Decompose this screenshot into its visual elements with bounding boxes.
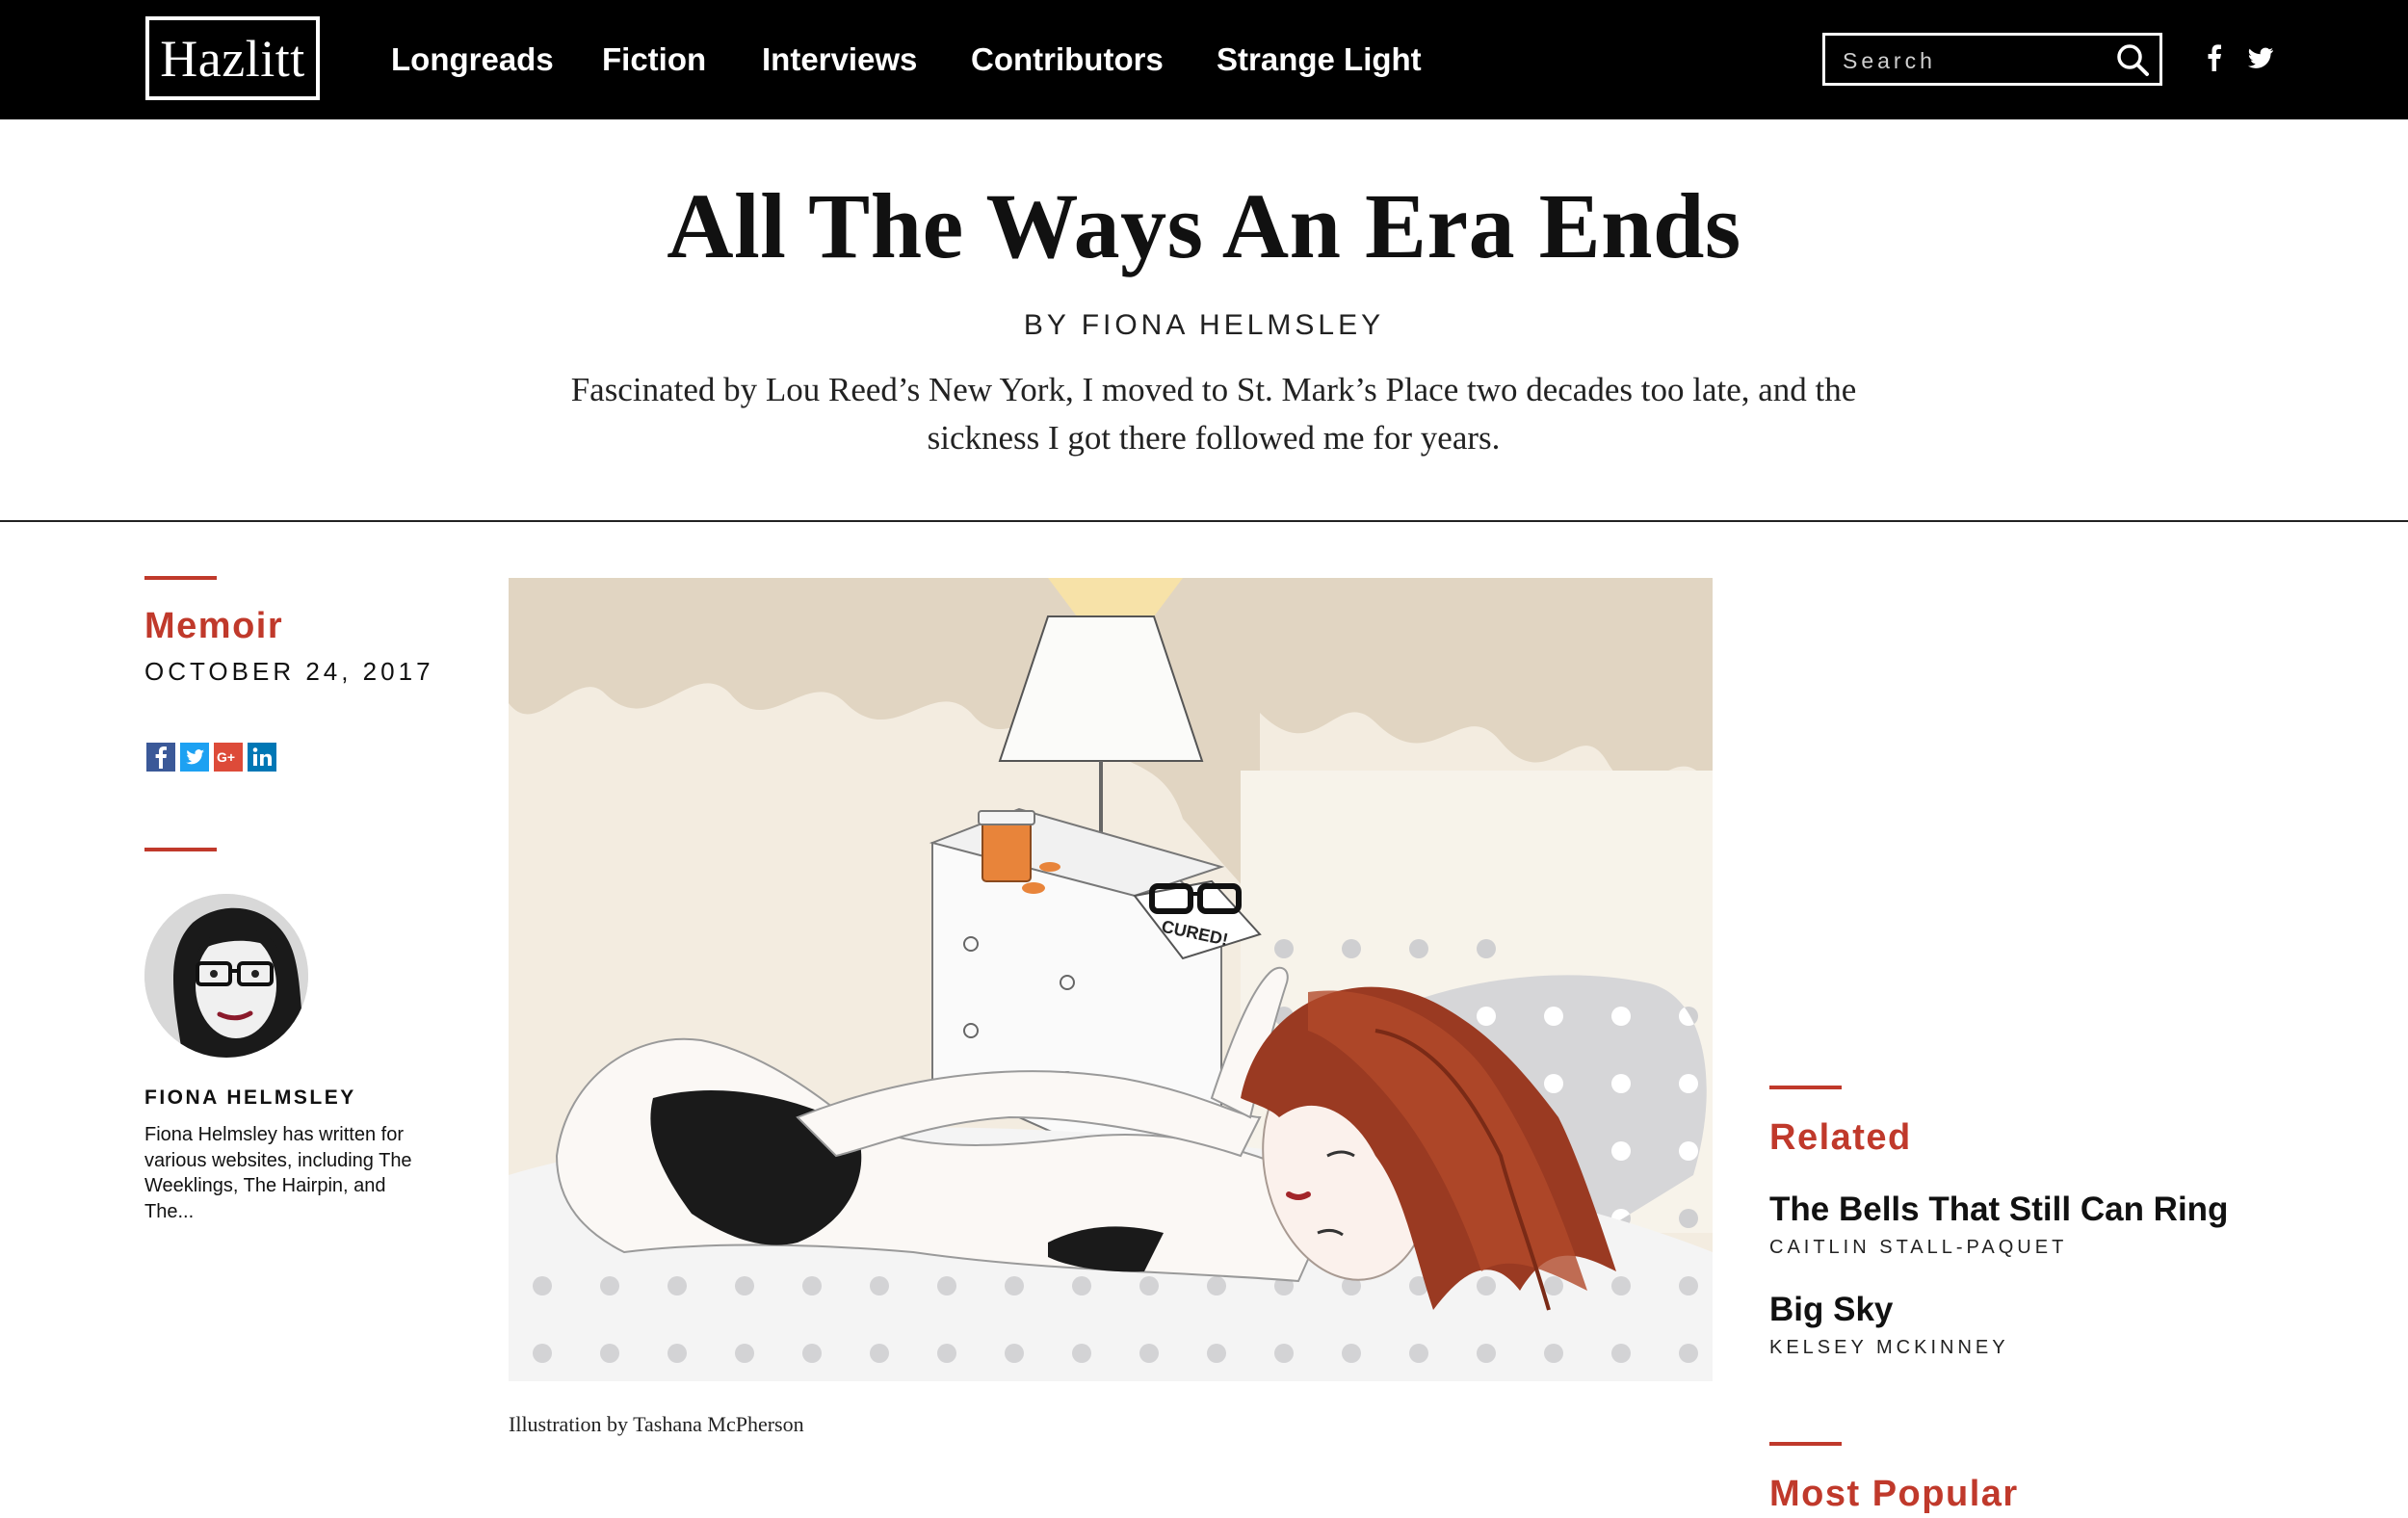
category-accent-rule (144, 576, 217, 580)
related-accent-rule (1769, 1086, 1842, 1089)
related-article-author[interactable]: CAITLIN STALL-PAQUET (1769, 1235, 2067, 1260)
svg-text:G+: G+ (217, 749, 235, 765)
nav-interviews[interactable]: Interviews (762, 37, 917, 83)
most-popular-heading: Most Popular (1769, 1474, 2019, 1514)
site-logo[interactable]: Hazlitt (145, 16, 320, 100)
author-name[interactable]: FIONA HELMSLEY (144, 1085, 356, 1112)
nav-contributors[interactable]: Contributors (971, 37, 1164, 83)
linkedin-icon[interactable] (248, 743, 276, 772)
search-icon[interactable] (2115, 42, 2150, 77)
illustration-caption: Illustration by Tashana McPherson (509, 1412, 804, 1436)
share-icons: G+ (146, 743, 276, 772)
google-plus-icon[interactable]: G+ (214, 743, 243, 772)
author-avatar[interactable] (144, 894, 308, 1058)
author-bio: Fiona Helmsley has written for various w… (144, 1124, 412, 1222)
nav-fiction[interactable]: Fiction (602, 37, 706, 83)
facebook-icon[interactable] (2199, 42, 2230, 73)
twitter-icon[interactable] (180, 743, 209, 772)
search-box (1822, 33, 2162, 86)
facebook-icon[interactable] (146, 743, 175, 772)
related-article-title[interactable]: Big Sky (1769, 1289, 1893, 1331)
twitter-icon[interactable] (2245, 42, 2276, 73)
related-article-author[interactable]: KELSEY MCKINNEY (1769, 1335, 2009, 1360)
category-link[interactable]: Memoir (144, 603, 283, 649)
related-heading: Related (1769, 1117, 1912, 1158)
author-accent-rule (144, 848, 217, 851)
article-dek: Fascinated by Lou Reed’s New York, I mov… (570, 371, 1857, 457)
search-input[interactable] (1841, 44, 2105, 77)
article-title: All The Ways An Era Ends (667, 174, 1741, 277)
publish-date: OCTOBER 24, 2017 (144, 657, 434, 686)
nav-strange-light[interactable]: Strange Light (1217, 37, 1422, 83)
most-popular-accent-rule (1769, 1442, 1842, 1446)
header-divider (0, 520, 2408, 522)
top-navigation-bar: Hazlitt Longreads Fiction Interviews Con… (0, 0, 2408, 119)
related-article-title[interactable]: The Bells That Still Can Ring (1769, 1189, 2228, 1231)
nav-longreads[interactable]: Longreads (391, 37, 554, 83)
article-byline: BY FIONA HELMSLEY (1023, 309, 1385, 341)
article-illustration: CURED! (509, 578, 1713, 1381)
